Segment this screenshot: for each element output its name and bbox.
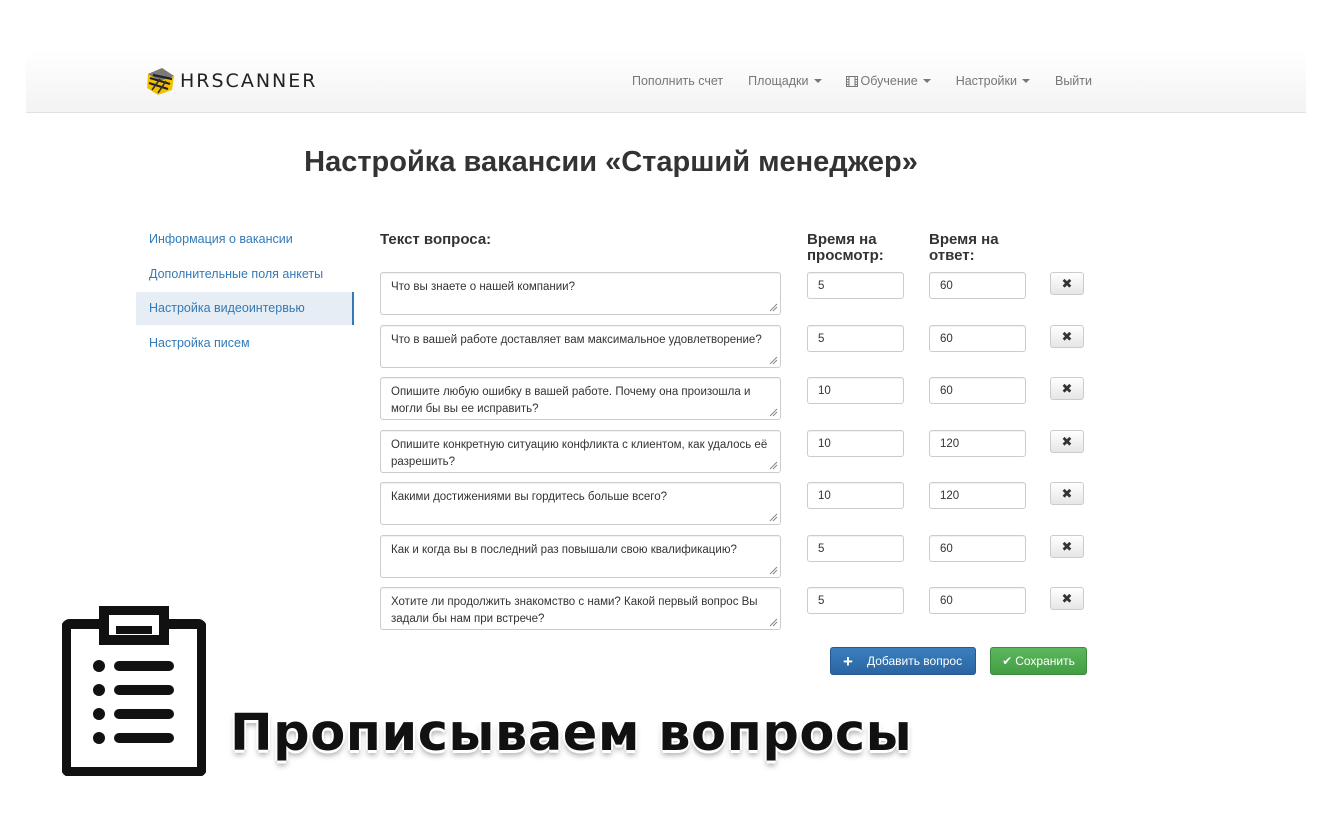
nav-label: Площадки (748, 74, 809, 88)
save-button[interactable]: ✔ Сохранить (990, 647, 1087, 675)
answer-time-input[interactable]: 60 (929, 377, 1026, 404)
question-text: Что вы знаете о нашей компании? (391, 281, 575, 293)
question-text: Как и когда вы в последний раз повышали … (391, 544, 737, 556)
nav-top-up[interactable]: Пополнить счет (632, 74, 723, 88)
nav-label: Обучение (860, 74, 918, 88)
caret-down-icon (922, 79, 931, 83)
save-label: Сохранить (1015, 654, 1075, 668)
add-question-button[interactable]: + Добавить вопрос (830, 647, 976, 675)
nav-learning[interactable]: Обучение (845, 74, 931, 88)
close-icon: ✖ (1061, 591, 1073, 606)
view-time-input[interactable]: 5 (807, 325, 904, 352)
check-icon: ✔ (1002, 654, 1013, 668)
question-textarea[interactable]: Опишите конкретную ситуацию конфликта с … (380, 430, 781, 473)
nav-label: Выйти (1054, 74, 1092, 88)
caret-down-icon (813, 79, 822, 83)
logo[interactable]: HRSCANNER (144, 64, 317, 98)
resize-handle-icon[interactable] (769, 513, 778, 522)
delete-question-button[interactable]: ✖ (1050, 272, 1084, 295)
resize-handle-icon[interactable] (769, 566, 778, 575)
logo-icon (147, 68, 174, 95)
top-navbar: HRSCANNER Пополнить счет Площадки Обучен… (26, 50, 1306, 113)
header-line: Время на (807, 231, 877, 248)
answer-time-input[interactable]: 60 (929, 325, 1026, 352)
view-time-input[interactable]: 10 (807, 430, 904, 457)
delete-question-button[interactable]: ✖ (1050, 535, 1084, 558)
nav-label: Настройки (955, 74, 1017, 88)
question-column-header: Текст вопроса: (380, 231, 492, 248)
view-time-column-header: Время на просмотр: (807, 232, 884, 264)
nav-platforms[interactable]: Площадки (748, 74, 822, 88)
overlay-caption: Прописываем вопросы (230, 704, 913, 763)
sidebar-item-vacancy-info[interactable]: Информация о вакансии (136, 223, 354, 256)
view-time-input[interactable]: 5 (807, 587, 904, 614)
delete-question-button[interactable]: ✖ (1050, 587, 1084, 610)
delete-question-button[interactable]: ✖ (1050, 325, 1084, 348)
question-textarea[interactable]: Что в вашей работе доставляет вам максим… (380, 325, 781, 368)
resize-handle-icon[interactable] (769, 461, 778, 470)
question-textarea[interactable]: Опишите любую ошибку в вашей работе. Поч… (380, 377, 781, 420)
close-icon: ✖ (1061, 434, 1073, 449)
view-time-input[interactable]: 10 (807, 482, 904, 509)
caret-down-icon (1021, 79, 1030, 83)
resize-handle-icon[interactable] (769, 356, 778, 365)
header-line: ответ: (929, 247, 975, 264)
answer-time-input[interactable]: 60 (929, 535, 1026, 562)
sidebar-item-video-interview[interactable]: Настройка видеоинтервью (136, 292, 354, 325)
view-time-input[interactable]: 10 (807, 377, 904, 404)
question-text: Что в вашей работе доставляет вам максим… (391, 334, 762, 346)
page-title: Настройка вакансии «Старший менеджер» (304, 146, 918, 178)
logo-text: HRSCANNER (180, 70, 318, 92)
resize-handle-icon[interactable] (769, 303, 778, 312)
close-icon: ✖ (1061, 486, 1073, 501)
answer-time-input[interactable]: 120 (929, 430, 1026, 457)
close-icon: ✖ (1061, 329, 1073, 344)
film-icon (845, 75, 858, 87)
nav-settings[interactable]: Настройки (956, 74, 1030, 88)
question-text: Хотите ли продолжить знакомство с нами? … (391, 596, 758, 625)
question-text: Какими достижениями вы гордитесь больше … (391, 491, 667, 503)
answer-time-input[interactable]: 120 (929, 482, 1026, 509)
close-icon: ✖ (1061, 381, 1073, 396)
nav-logout[interactable]: Выйти (1055, 74, 1092, 88)
sidebar-item-extra-fields[interactable]: Дополнительные поля анкеты (136, 258, 354, 291)
clipboard-list-icon (62, 606, 206, 776)
question-textarea[interactable]: Как и когда вы в последний раз повышали … (380, 535, 781, 578)
resize-handle-icon[interactable] (769, 408, 778, 417)
delete-question-button[interactable]: ✖ (1050, 482, 1084, 505)
view-time-input[interactable]: 5 (807, 535, 904, 562)
sidebar-item-letters[interactable]: Настройка писем (136, 327, 354, 360)
answer-time-input[interactable]: 60 (929, 587, 1026, 614)
answer-time-input[interactable]: 60 (929, 272, 1026, 299)
plus-icon: + (843, 651, 853, 671)
question-text: Опишите конкретную ситуацию конфликта с … (391, 439, 768, 468)
delete-question-button[interactable]: ✖ (1050, 377, 1084, 400)
add-question-label: Добавить вопрос (866, 654, 963, 668)
question-textarea[interactable]: Какими достижениями вы гордитесь больше … (380, 482, 781, 525)
header-line: просмотр: (807, 247, 884, 264)
view-time-input[interactable]: 5 (807, 272, 904, 299)
question-textarea[interactable]: Что вы знаете о нашей компании? (380, 272, 781, 315)
question-text: Опишите любую ошибку в вашей работе. Поч… (391, 386, 751, 415)
main-nav: Пополнить счет Площадки Обучение Настрой… (632, 74, 1092, 88)
close-icon: ✖ (1061, 539, 1073, 554)
answer-time-column-header: Время на ответ: (929, 232, 999, 264)
close-icon: ✖ (1061, 276, 1073, 291)
nav-label: Пополнить счет (632, 74, 724, 88)
delete-question-button[interactable]: ✖ (1050, 430, 1084, 453)
question-textarea[interactable]: Хотите ли продолжить знакомство с нами? … (380, 587, 781, 630)
resize-handle-icon[interactable] (769, 618, 778, 627)
header-line: Время на (929, 231, 999, 248)
